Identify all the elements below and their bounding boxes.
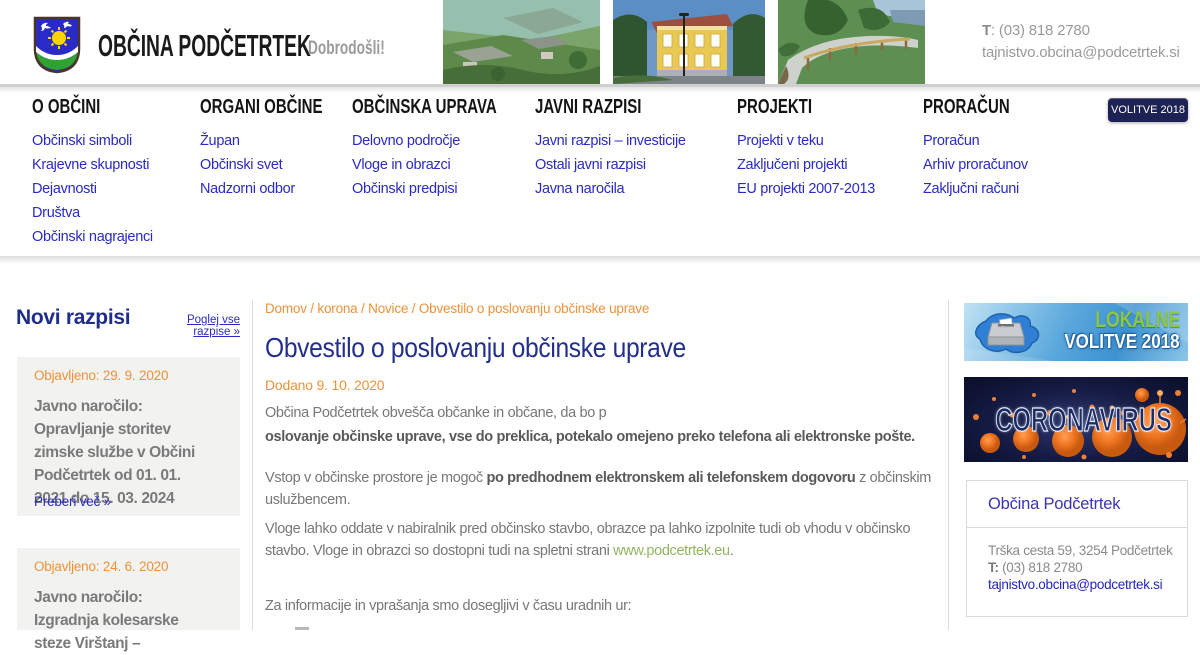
nav-link[interactable]: Delovno področje (352, 133, 545, 157)
nav-link[interactable]: Javni razpisi – investicije (535, 133, 686, 157)
municipality-coat-of-arms-logo[interactable] (33, 16, 81, 74)
article-paragraph-1: Občina Podčetrtek obvešča občanke in obč… (265, 405, 607, 421)
breadcrumb[interactable]: Domov / korona / Novice / Obvestilo o po… (265, 301, 649, 316)
sidebar-title: Novi razpisi (16, 306, 131, 329)
contact-phone: T: (03) 818 2780 (988, 560, 1083, 575)
nav-column-projekti: PROJEKTI Projekti v teku Zaključeni proj… (737, 96, 875, 205)
nav-column-organi-obcine: ORGANI OBČINE Župan Občinski svet Nadzor… (200, 96, 363, 205)
header-phone: T: (03) 818 2780 (982, 22, 1090, 39)
article-date: Dodano 9. 10. 2020 (265, 377, 385, 393)
header-contact: T: (03) 818 2780 tajnistvo.obcina@podcet… (982, 20, 1180, 64)
nav-heading[interactable]: PROJEKTI (737, 96, 875, 119)
nav-link[interactable]: EU projekti 2007-2013 (737, 181, 875, 205)
site-tagline: Dobrodošli! (308, 38, 385, 59)
contact-box-title: Občina Podčetrtek (988, 495, 1121, 513)
news-published-date: Objavljeno: 24. 6. 2020 (34, 559, 169, 574)
page-title: Obvestilo o poslovanju občinske uprave (265, 332, 686, 363)
contact-address: Trška cesta 59, 3254 Podčetrtek (988, 543, 1173, 558)
municipal-building-photo (613, 0, 765, 84)
nav-heading[interactable]: JAVNI RAZPISI (535, 96, 686, 119)
read-more-link[interactable]: Preberi več » (34, 494, 111, 509)
nav-link[interactable]: Dejavnosti (32, 181, 153, 205)
news-title-link[interactable]: Javno naročilo: Izgradnja kolesarske ste… (34, 586, 179, 655)
view-all-razpisi-link[interactable]: Poglej vse razpise » (150, 314, 240, 338)
nav-link[interactable]: Arhiv proračunov (923, 157, 1039, 181)
nav-link[interactable]: Župan (200, 133, 363, 157)
article-paragraph-2: Vstop v občinske prostore je mogoč po pr… (265, 470, 931, 508)
nav-link[interactable]: Občinski predpisi (352, 181, 545, 205)
nav-link[interactable]: Zaključni računi (923, 181, 1039, 205)
nav-link[interactable]: Občinski nagrajenci (32, 229, 153, 253)
page: OBČINA PODČETRTEK Dobrodošli! T: (03) 81… (0, 0, 1200, 652)
nav-heading[interactable]: PRORAČUN (923, 96, 1039, 119)
header-email[interactable]: tajnistvo.obcina@podcetrtek.si (982, 42, 1180, 64)
volitve-2018-button[interactable]: VOLITVE 2018 (1108, 98, 1188, 122)
nav-bottom-divider (0, 256, 1200, 264)
lokalne-volitve-2018-banner[interactable]: LOKALNE VOLITVE 2018 (964, 303, 1188, 361)
hillside-village-photo (443, 0, 600, 84)
banner-volitve-text: VOLITVE 2018 (1064, 331, 1180, 353)
nav-column-o-obcini: O OBČINI Občinski simboli Krajevne skupn… (32, 96, 153, 253)
nav-link[interactable]: Društva (32, 205, 153, 229)
right-column-divider (948, 300, 949, 630)
coronavirus-banner[interactable]: CORONAVIRUS (964, 377, 1188, 462)
news-card: Objavljeno: 29. 9. 2020 Javno naročilo: … (17, 357, 240, 516)
nav-column-obcinska-uprava: OBČINSKA UPRAVA Delovno področje Vloge i… (352, 96, 545, 205)
nav-heading[interactable]: O OBČINI (32, 96, 153, 119)
nav-link[interactable]: Ostali javni razpisi (535, 157, 686, 181)
nav-link[interactable]: Vloge in obrazci (352, 157, 545, 181)
contact-email-link[interactable]: tajnistvo.obcina@podcetrtek.si (988, 577, 1163, 592)
banner-coronavirus-text: CORONAVIRUS (995, 400, 1172, 438)
news-published-date: Objavljeno: 29. 9. 2020 (34, 368, 169, 383)
header-divider-shadow (0, 87, 1200, 93)
nav-column-proracun: PRORAČUN Proračun Arhiv proračunov Zaklj… (923, 96, 1039, 205)
left-column-divider (252, 300, 253, 630)
podcetrtek-eu-link[interactable]: www.podcetrtek.eu (613, 543, 730, 559)
nav-link[interactable]: Zaključeni projekti (737, 157, 875, 181)
article-paragraph-3: Vloge lahko oddate v nabiralnik pred obč… (265, 521, 911, 559)
nav-heading[interactable]: ORGANI OBČINE (200, 96, 363, 119)
contact-box-divider (967, 527, 1187, 528)
contact-box: Občina Podčetrtek Trška cesta 59, 3254 P… (966, 480, 1188, 617)
nav-link[interactable]: Projekti v teku (737, 133, 875, 157)
nav-link[interactable]: Občinski simboli (32, 133, 153, 157)
nav-link[interactable]: Proračun (923, 133, 1039, 157)
article-paragraph-1-bold: oslovanje občinske uprave, vse do prekli… (265, 429, 915, 445)
nav-column-javni-razpisi: JAVNI RAZPISI Javni razpisi – investicij… (535, 96, 686, 205)
news-title-link[interactable]: Javno naročilo: Opravljanje storitev zim… (34, 395, 195, 510)
nav-link[interactable]: Nadzorni odbor (200, 181, 363, 205)
news-card: Objavljeno: 24. 6. 2020 Javno naročilo: … (17, 548, 240, 652)
nav-heading[interactable]: OBČINSKA UPRAVA (352, 96, 545, 119)
article-paragraph-4: Za informacije in vprašanja smo doseglji… (265, 598, 632, 614)
banner-lokalne-text: LOKALNE (1094, 307, 1180, 332)
nav-link[interactable]: Javna naročila (535, 181, 686, 205)
cycling-path-photo (778, 0, 925, 84)
nav-link[interactable]: Občinski svet (200, 157, 363, 181)
nav-link[interactable]: Krajevne skupnosti (32, 157, 153, 181)
